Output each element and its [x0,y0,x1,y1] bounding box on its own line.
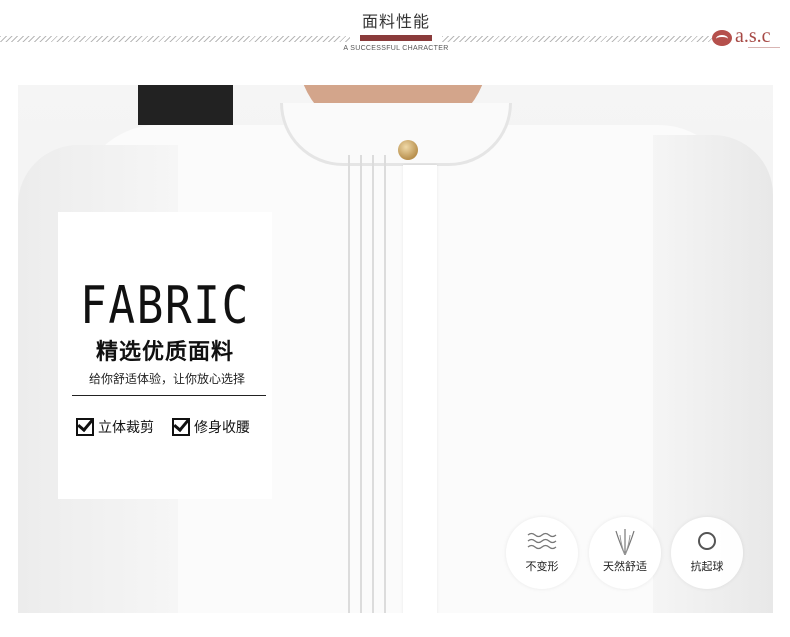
fabric-tagline: 给你舒适体验，让你放心选择 [88,372,245,386]
shirt-pleat [372,155,374,613]
fabric-heading: FABRIC [80,276,250,336]
shirt-pleat [348,155,350,613]
feature-item: 立体裁剪 [76,416,154,438]
section-title: 面料性能 [361,12,430,31]
badge-label: 抗起球 [690,560,724,573]
checkbox-checked-icon [172,418,190,436]
feature-item: 修身收腰 [172,416,250,438]
shirt-button [398,140,418,160]
shirt-pleat [360,155,362,613]
brand-mark-icon [712,30,732,46]
divider [72,395,266,396]
shirt-collar [280,103,512,166]
waves-icon [527,532,557,550]
photo-background-dark [138,85,233,125]
brand-logo-text: a.s.c [735,25,771,47]
shirt-pleat [384,155,386,613]
badge-no-deform: 不变形 [506,517,578,589]
grass-icon [615,529,635,555]
title-accent-bar [360,35,432,41]
badge-label: 不变形 [525,560,559,573]
feature-label: 立体裁剪 [98,420,154,436]
checkbox-checked-icon [76,418,94,436]
section-subtitle: A SUCCESSFUL CHARACTER [343,45,449,52]
header-hatch-right [442,36,712,42]
badge-natural-comfort: 天然舒适 [589,517,661,589]
fabric-headline: 精选优质面料 [95,340,234,365]
badge-anti-pilling: 抗起球 [671,517,743,589]
fabric-info-card: FABRIC 精选优质面料 给你舒适体验，让你放心选择 立体裁剪 修身收腰 [58,212,272,499]
feature-label: 修身收腰 [194,420,250,436]
section-header: 面料性能 A SUCCESSFUL CHARACTER a.s.c [0,0,790,70]
brand-logo-underline [748,47,780,48]
shirt-placket [403,165,437,613]
circle-icon [698,532,716,550]
badge-label: 天然舒适 [603,560,647,573]
header-hatch-left [0,36,350,42]
brand-logo[interactable]: a.s.c [710,25,780,51]
